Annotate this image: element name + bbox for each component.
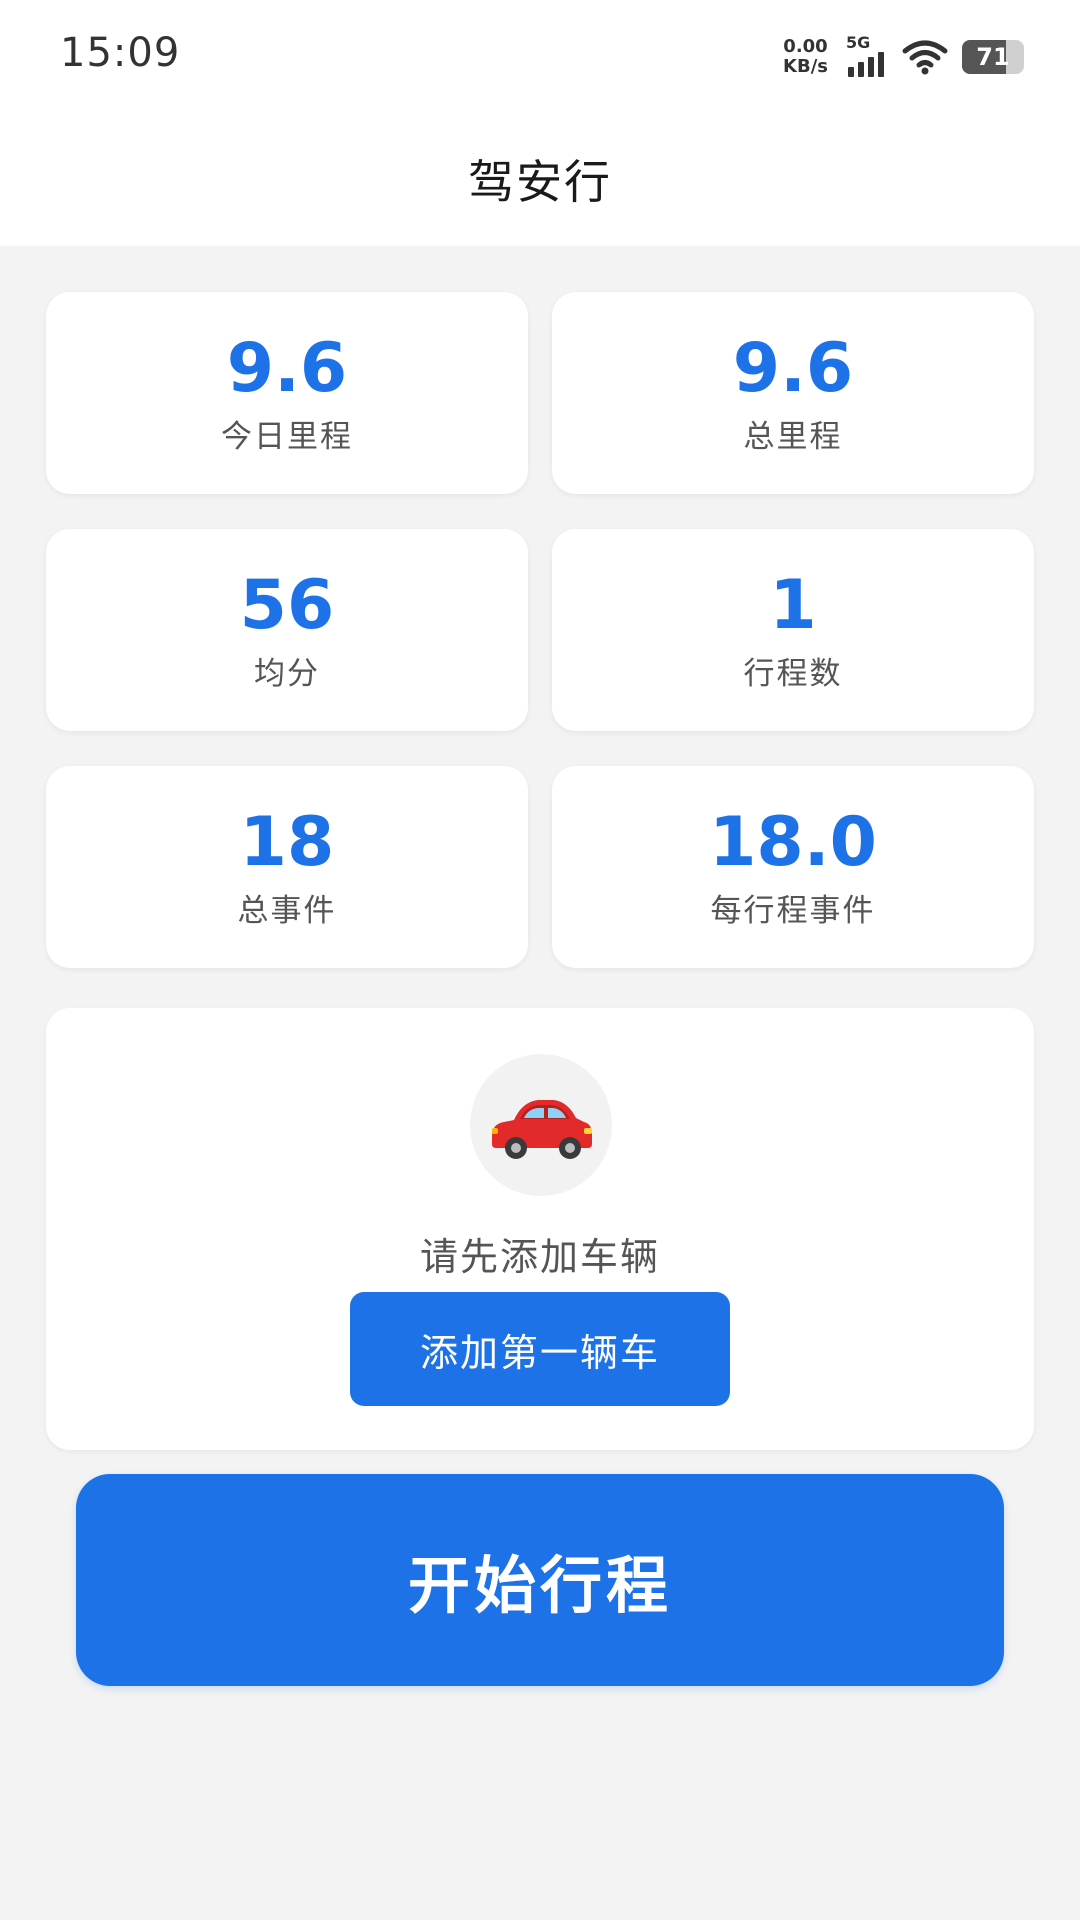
stat-card-events-per-trip: 18.0 每行程事件 [552, 766, 1034, 968]
stat-label: 总事件 [237, 892, 337, 929]
stat-card-total-events: 18 总事件 [46, 766, 528, 968]
status-time: 15:09 [60, 30, 181, 76]
stat-card-trip-count: 1 行程数 [552, 529, 1034, 731]
battery-icon: 71 [962, 40, 1024, 74]
stat-label: 总里程 [743, 418, 843, 455]
network-type-label: 5G [846, 33, 871, 52]
battery-level: 71 [976, 43, 1010, 71]
signal-bar [878, 52, 884, 77]
stat-card-average-score: 56 均分 [46, 529, 528, 731]
page-title: 驾安行 [468, 155, 612, 209]
stat-value: 56 [239, 565, 335, 645]
stat-value: 9.6 [226, 328, 348, 408]
stat-card-today-mileage: 9.6 今日里程 [46, 292, 528, 494]
stat-label: 行程数 [743, 655, 843, 692]
cellular-signal-icon: 5G [844, 33, 888, 77]
app-header: 驾安行 [0, 112, 1080, 246]
wifi-icon [902, 40, 948, 75]
start-trip-button[interactable]: 开始行程 [76, 1474, 1004, 1686]
stat-value: 18 [239, 802, 335, 882]
stat-value: 18.0 [709, 802, 877, 882]
status-bar: 15:09 0.00 KB/s 5G 71 [0, 0, 1080, 112]
vehicle-card: 请先添加车辆 添加第一辆车 [46, 1008, 1034, 1450]
signal-bar [868, 57, 874, 77]
car-icon-container [470, 1054, 612, 1196]
add-first-car-button[interactable]: 添加第一辆车 [350, 1292, 730, 1406]
stat-label: 每行程事件 [710, 892, 876, 929]
car-icon [492, 1100, 592, 1159]
network-speed: 0.00 KB/s [783, 37, 828, 77]
network-speed-unit: KB/s [783, 56, 828, 77]
stat-label: 均分 [254, 655, 320, 692]
signal-bar [848, 67, 854, 77]
stat-value: 1 [769, 565, 817, 645]
signal-bar [858, 62, 864, 77]
stat-label: 今日里程 [221, 418, 353, 455]
stat-value: 9.6 [732, 328, 854, 408]
add-vehicle-prompt: 请先添加车辆 [419, 1235, 660, 1279]
status-indicators: 0.00 KB/s 5G 71 [783, 33, 1024, 80]
stat-card-total-mileage: 9.6 总里程 [552, 292, 1034, 494]
network-speed-value: 0.00 [783, 36, 828, 57]
